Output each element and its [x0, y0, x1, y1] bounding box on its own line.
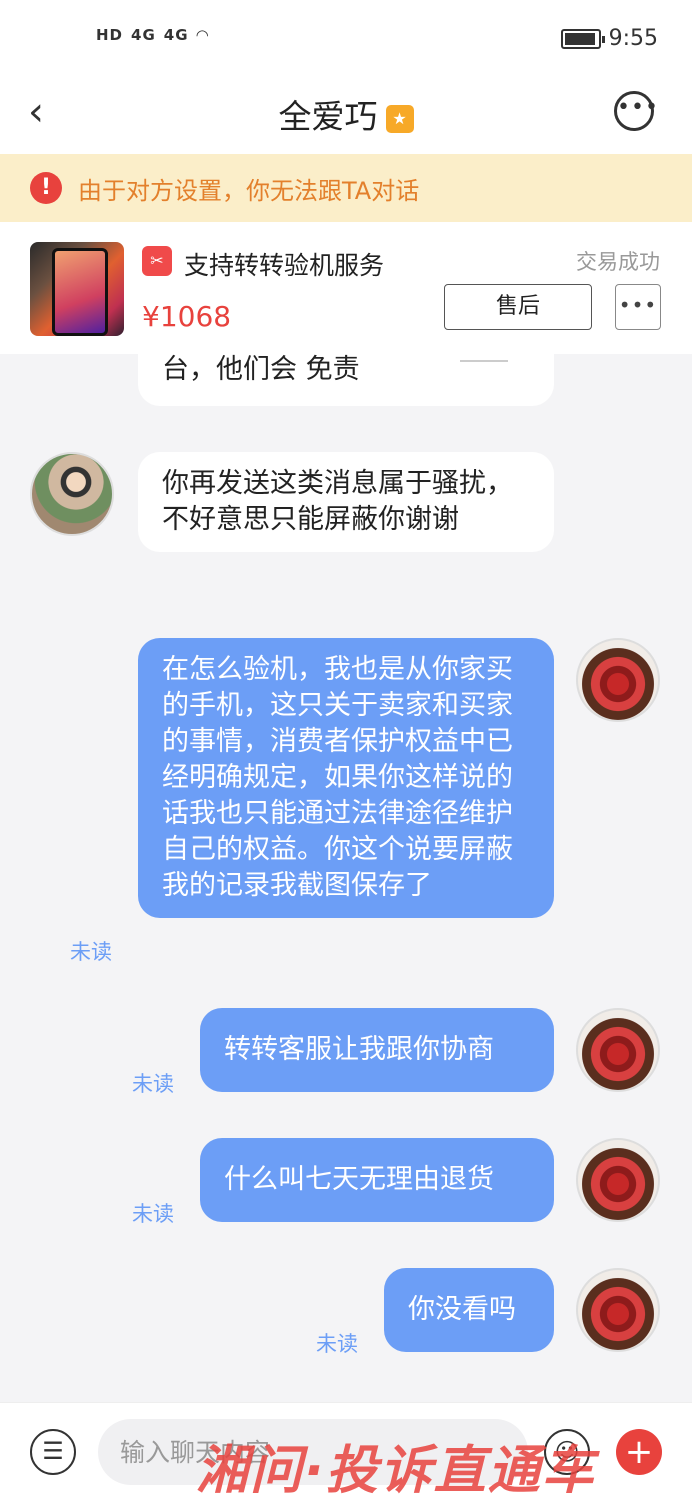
- notice-banner: ! 由于对方设置，你无法跟TA对话: [0, 154, 692, 222]
- message-bubble[interactable]: 你没看吗: [384, 1268, 554, 1352]
- message-bubble[interactable]: 你再发送这类消息属于骚扰，不好意思只能屏蔽你谢谢: [138, 452, 554, 552]
- input-bar: ☰ ☺ +: [0, 1402, 692, 1500]
- menu-icon[interactable]: ☰: [30, 1429, 76, 1475]
- product-card[interactable]: ✂ 支持转转验机服务 ¥1068 交易成功 售后 •••: [0, 222, 692, 354]
- my-avatar[interactable]: [576, 1268, 660, 1352]
- message-bubble[interactable]: 台，他们会 免责: [138, 354, 554, 406]
- product-service-title: 支持转转验机服务: [184, 251, 385, 280]
- product-price: ¥1068: [142, 300, 232, 333]
- nav-bar: ‹ 全爱巧 ★ •••: [0, 78, 692, 154]
- chat-list[interactable]: 台，他们会 免责 你再发送这类消息属于骚扰，不好意思只能屏蔽你谢谢 未读 在怎么…: [0, 354, 692, 1402]
- message-bubble[interactable]: 在怎么验机，我也是从你家买的手机，这只关于卖家和买家的事情，消费者保护权益中已经…: [138, 638, 554, 918]
- product-more-button[interactable]: •••: [615, 284, 661, 330]
- network-indicators: HD 4G 4G ◠: [96, 26, 210, 44]
- emoji-icon[interactable]: ☺: [544, 1429, 590, 1475]
- message-bubble[interactable]: 什么叫七天无理由退货: [200, 1138, 554, 1222]
- message-bubble[interactable]: 转转客服让我跟你协商: [200, 1008, 554, 1092]
- more-options-button[interactable]: •••: [614, 91, 658, 131]
- order-status: 交易成功: [576, 250, 660, 274]
- notice-text: 由于对方设置，你无法跟TA对话: [78, 176, 420, 205]
- page-title: 全爱巧: [278, 97, 378, 136]
- my-avatar[interactable]: [576, 638, 660, 722]
- alert-icon: !: [30, 172, 62, 204]
- unread-status: 未读: [316, 1332, 358, 1356]
- contact-avatar[interactable]: [30, 452, 114, 536]
- redaction-mark: [460, 354, 508, 362]
- unread-status: 未读: [70, 940, 112, 964]
- plus-button[interactable]: +: [616, 1429, 662, 1475]
- aftersale-button[interactable]: 售后: [444, 284, 592, 330]
- unread-status: 未读: [132, 1202, 174, 1226]
- verified-badge-icon: ★: [385, 105, 414, 133]
- battery-icon: [560, 28, 605, 49]
- wifi-icon: ◠: [196, 26, 210, 44]
- clock: 9:55: [608, 26, 658, 51]
- inspection-service-icon: ✂: [142, 246, 172, 276]
- chat-input[interactable]: [98, 1419, 528, 1485]
- my-avatar[interactable]: [576, 1138, 660, 1222]
- unread-status: 未读: [132, 1072, 174, 1096]
- product-thumbnail[interactable]: [30, 242, 124, 336]
- my-avatar[interactable]: [576, 1008, 660, 1092]
- status-bar: HD 4G 4G ◠ 9:55: [0, 0, 692, 78]
